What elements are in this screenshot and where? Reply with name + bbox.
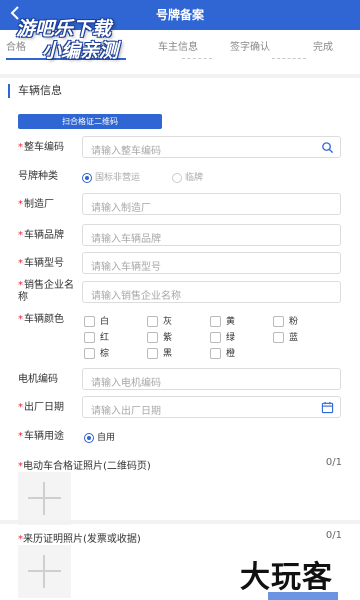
color-option-black[interactable]: 黑 xyxy=(147,346,172,359)
color-option-green[interactable]: 绿 xyxy=(210,330,235,343)
model-input[interactable]: 请输入车辆型号 xyxy=(82,252,341,274)
vin-input[interactable]: 请输入整车编码 xyxy=(82,136,341,158)
watermark-overlay: 游吧乐下载 小编亲测 xyxy=(16,18,119,62)
section-gap xyxy=(0,74,360,78)
plate-type-option-temporary[interactable]: 临牌 xyxy=(172,170,203,183)
manufacturer-input[interactable]: 请输入制造厂 xyxy=(82,193,341,215)
color-option-blue[interactable]: 蓝 xyxy=(273,330,298,343)
step-4: 签字确认 xyxy=(230,42,270,53)
upload-certificate-add-button[interactable] xyxy=(18,472,71,525)
upload-invoice-add-button[interactable] xyxy=(18,545,71,598)
upload-certificate-title: *电动车合格证照片(二维码页) xyxy=(18,461,151,472)
color-option-gray[interactable]: 灰 xyxy=(147,314,172,327)
step-divider xyxy=(182,58,212,59)
model-label: *车辆型号 xyxy=(18,258,64,269)
manufacturer-label: *制造厂 xyxy=(18,199,54,210)
section-divider xyxy=(0,520,360,524)
section-title: 车辆信息 xyxy=(8,84,62,98)
date-input[interactable]: 请输入出厂日期 xyxy=(82,396,341,418)
color-option-pink[interactable]: 粉 xyxy=(273,314,298,327)
step-5: 完成 xyxy=(313,42,333,53)
motor-input[interactable]: 请输入电机编码 xyxy=(82,368,341,390)
upload-invoice-title: *来历证明照片(发票或收据) xyxy=(18,534,141,545)
date-label: *出厂日期 xyxy=(18,402,64,413)
color-option-white[interactable]: 白 xyxy=(84,314,109,327)
color-option-purple[interactable]: 紫 xyxy=(147,330,172,343)
step-divider xyxy=(272,58,306,59)
color-label: *车辆颜色 xyxy=(18,314,64,325)
search-icon[interactable] xyxy=(321,141,334,154)
color-option-orange[interactable]: 橙 xyxy=(210,346,235,359)
color-option-red[interactable]: 红 xyxy=(84,330,109,343)
plate-type-label: 号牌种类 xyxy=(18,171,58,182)
upload-invoice-count: 0/1 xyxy=(325,530,342,541)
step-3: 车主信息 xyxy=(158,42,198,53)
color-option-yellow[interactable]: 黄 xyxy=(210,314,235,327)
bottom-banner-strip xyxy=(268,592,338,600)
usage-option-personal[interactable]: 自用 xyxy=(84,430,115,443)
vin-label: *整车编码 xyxy=(18,142,64,153)
brand-input[interactable]: 请输入车辆品牌 xyxy=(82,224,341,246)
usage-label: *车辆用途 xyxy=(18,431,64,442)
color-option-brown[interactable]: 棕 xyxy=(84,346,109,359)
seller-input[interactable]: 请输入销售企业名称 xyxy=(82,281,341,303)
brand-label: *车辆品牌 xyxy=(18,230,64,241)
scan-certificate-qr-button[interactable]: 扫合格证二维码 xyxy=(18,114,162,129)
calendar-icon[interactable] xyxy=(321,401,334,414)
seller-label: *销售企业名称 xyxy=(18,280,74,303)
corner-logo: 大玩客 xyxy=(240,560,333,595)
motor-label: 电机编码 xyxy=(18,374,58,385)
plate-type-option-standard[interactable]: 国标非营运 xyxy=(82,170,140,183)
upload-certificate-count: 0/1 xyxy=(325,457,342,468)
